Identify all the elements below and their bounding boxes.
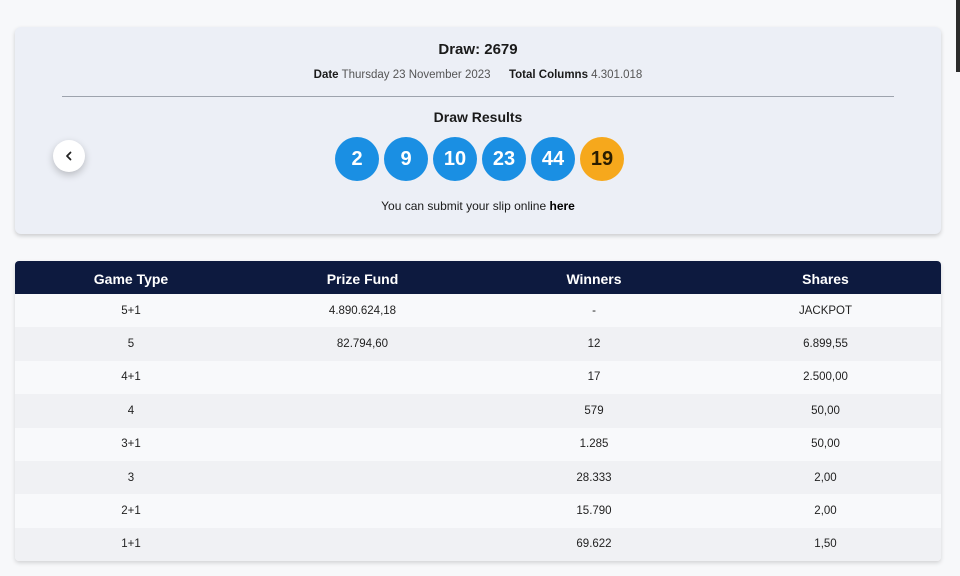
draw-results-title: Draw Results xyxy=(433,109,523,125)
table-row: 2+1 15.790 2,00 xyxy=(15,494,941,528)
prize-table: Game Type Prize Fund Winners Shares 5+1 … xyxy=(15,261,941,561)
cell-game-type: 3+1 xyxy=(121,438,141,451)
cell-game-type: 4 xyxy=(127,404,135,417)
cell-shares: 2.500,00 xyxy=(803,371,848,384)
cell-shares: 2,00 xyxy=(814,505,837,518)
cell-game-type: 5 xyxy=(127,338,135,351)
draw-meta: Date Thursday 23 November 2023 Total Col… xyxy=(15,69,941,81)
cell-shares: JACKPOT xyxy=(798,304,853,317)
number-ball: 23 xyxy=(482,137,526,181)
bonus-ball: 19 xyxy=(580,137,624,181)
cell-prize-fund xyxy=(247,394,478,427)
cell-winners: 15.790 xyxy=(576,505,612,518)
cell-prize-fund xyxy=(247,461,478,494)
cell-prize-fund: 82.794,60 xyxy=(336,338,389,351)
total-columns-value: 4.301.018 xyxy=(591,69,643,81)
cell-shares: 6.899,55 xyxy=(803,338,848,351)
table-row: 1+1 69.622 1,50 xyxy=(15,527,941,561)
date-value: Thursday 23 November 2023 xyxy=(341,69,491,81)
winning-numbers: 2 9 10 23 44 19 xyxy=(15,137,941,181)
number-ball: 10 xyxy=(433,137,477,181)
draw-info-card: Draw: 2679 Date Thursday 23 November 202… xyxy=(15,27,941,234)
number-ball: 44 xyxy=(531,137,575,181)
cell-prize-fund xyxy=(247,361,478,394)
cell-winners: 69.622 xyxy=(576,538,612,551)
cell-shares: 50,00 xyxy=(811,404,840,417)
cell-winners: 12 xyxy=(587,338,601,351)
table-row: 3 28.333 2,00 xyxy=(15,460,941,495)
cell-game-type: 4+1 xyxy=(121,371,141,384)
window-edge xyxy=(956,0,960,72)
table-row: 4+1 17 2.500,00 xyxy=(15,360,941,395)
cell-winners: 1.285 xyxy=(579,438,609,451)
cell-prize-fund: 4.890.624,18 xyxy=(328,304,397,317)
number-ball: 9 xyxy=(384,137,428,181)
cell-prize-fund xyxy=(247,428,478,461)
table-row: 5 82.794,60 12 6.899,55 xyxy=(15,327,941,361)
header-shares: Shares xyxy=(802,270,849,287)
table-header-row: Game Type Prize Fund Winners Shares xyxy=(15,261,941,294)
cell-game-type: 2+1 xyxy=(121,505,141,518)
divider xyxy=(62,96,894,97)
prize-table-container: Game Type Prize Fund Winners Shares 5+1 … xyxy=(15,261,941,561)
draw-title: Draw: 2679 xyxy=(438,41,518,58)
cell-shares: 1,50 xyxy=(814,538,837,551)
submit-slip-text: You can submit your slip online here xyxy=(15,199,941,213)
cell-shares: 2,00 xyxy=(814,471,837,484)
table-row: 3+1 1.285 50,00 xyxy=(15,427,941,461)
cell-game-type: 3 xyxy=(127,471,135,484)
cell-winners: - xyxy=(592,304,596,317)
cell-winners: 28.333 xyxy=(576,471,612,484)
header-game-type: Game Type xyxy=(93,270,169,287)
cell-winners: 17 xyxy=(587,371,601,384)
number-ball: 2 xyxy=(335,137,379,181)
cell-shares: 50,00 xyxy=(811,438,840,451)
total-columns-label: Total Columns xyxy=(508,69,588,81)
submit-slip-link[interactable]: here xyxy=(549,199,574,213)
header-winners: Winners xyxy=(566,270,622,287)
cell-game-type: 1+1 xyxy=(121,538,141,551)
table-row: 5+1 4.890.624,18 - JACKPOT xyxy=(15,294,941,328)
cell-prize-fund xyxy=(247,494,478,527)
submit-slip-label: You can submit your slip online xyxy=(381,199,547,213)
cell-game-type: 5+1 xyxy=(121,304,141,317)
table-row: 4 579 50,00 xyxy=(15,394,941,428)
date-label: Date xyxy=(313,69,339,81)
cell-winners: 579 xyxy=(584,404,604,417)
cell-prize-fund xyxy=(247,528,478,561)
header-prize-fund: Prize Fund xyxy=(326,270,399,287)
